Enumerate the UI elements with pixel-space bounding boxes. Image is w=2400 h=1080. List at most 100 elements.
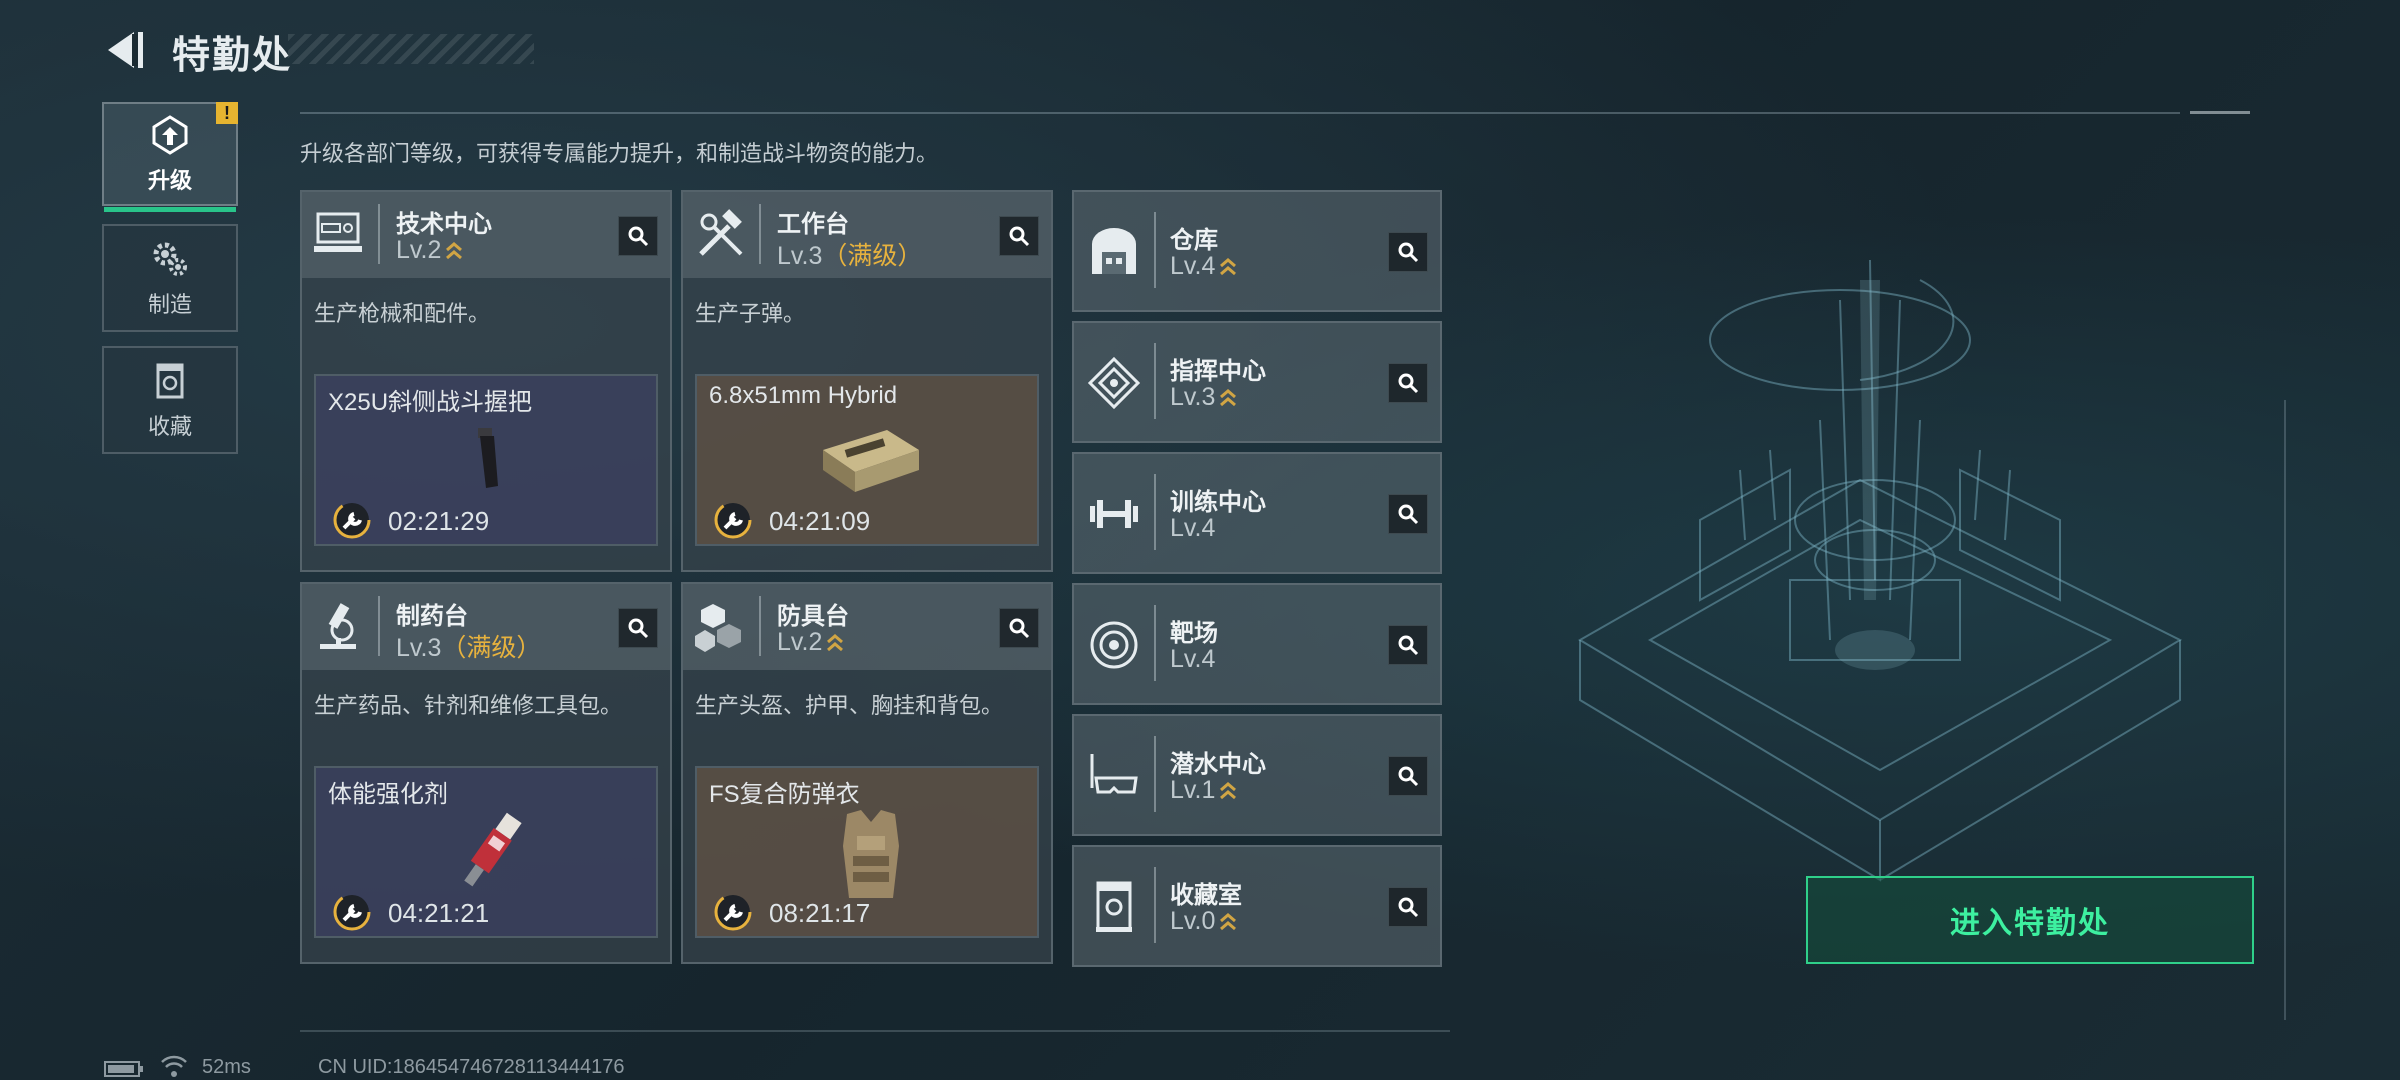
divider-accent [2190,111,2250,114]
hammer-wrench-icon [699,209,743,256]
divider-line [300,112,2180,114]
search-icon [628,226,649,247]
search-button[interactable] [1388,625,1428,665]
target-icon [1090,621,1138,669]
production-slot[interactable]: X25U斜侧战斗握把 02:21:29 [314,374,658,546]
decor-bottom-line [300,1030,1450,1032]
workshop-level: Lv.3（满级） [396,634,542,662]
department-level: Lv.4 [1170,645,1216,673]
department-name: 潜水中心 [1170,751,1266,778]
department-card-warehouse[interactable]: 仓库 Lv.4 [1072,190,1442,312]
department-level: Lv.4 [1170,514,1216,542]
diving-mask-icon [1090,754,1138,794]
department-level: Lv.4 [1170,252,1237,281]
computer-terminal-icon [314,212,362,252]
workshop-card-tech-center[interactable]: 技术中心 Lv.2 生产枪械和配件。 X25U斜侧战斗握把 02:21:29 [300,190,672,572]
page-title: 特勤处 [172,35,293,77]
back-arrow-icon[interactable] [100,26,148,74]
search-button[interactable] [618,216,658,256]
production-timer: 08:21:17 [769,898,871,928]
collection-case-icon [156,363,184,399]
warehouse-icon [1092,228,1136,274]
production-slot[interactable]: FS复合防弹衣 08:21:17 [695,766,1039,938]
department-name: 训练中心 [1170,489,1266,516]
search-button[interactable] [999,216,1039,256]
microscope-icon [320,603,356,649]
workshop-name: 技术中心 [396,211,492,238]
enter-headquarters-button[interactable]: 进入特勤处 [1806,876,2254,964]
description-text: 升级各部门等级，可获得专属能力提升，和制造战斗物资的能力。 [300,141,939,166]
workshop-description: 生产枪械和配件。 [314,301,491,326]
department-name: 收藏室 [1170,882,1242,909]
production-item-name: 体能强化剂 [328,781,448,808]
department-name: 仓库 [1170,227,1218,254]
upgrade-chevron-icon [1220,913,1237,931]
search-icon [1398,373,1419,394]
headquarters-3d-model [1578,259,2183,882]
department-name: 指挥中心 [1170,358,1266,385]
body-armor-image [843,810,899,898]
search-button[interactable] [1388,494,1428,534]
wrench-timer-icon [714,501,752,539]
search-icon [1009,618,1030,639]
production-item-name: X25U斜侧战斗握把 [328,389,533,416]
search-icon [1398,242,1419,263]
wrench-timer-icon [333,893,371,931]
tab-upgrade[interactable]: ! 升级 [102,102,238,212]
workshop-description: 生产药品、针剂和维修工具包。 [314,693,623,718]
department-card-diving-center[interactable]: 潜水中心 Lv.1 [1072,714,1442,836]
production-slot[interactable]: 6.8x51mm Hybrid 04:21:09 [695,374,1039,546]
tab-upgrade-label: 升级 [147,168,192,193]
search-button[interactable] [618,608,658,648]
department-name: 靶场 [1170,620,1218,647]
command-chip-icon [1087,356,1141,410]
search-icon [1398,766,1419,787]
search-button[interactable] [1388,363,1428,403]
workshop-card-pharmacy[interactable]: 制药台 Lv.3（满级） 生产药品、针剂和维修工具包。 体能强化剂 04:21:… [300,582,672,964]
upgrade-chevron-icon [1220,389,1237,407]
search-icon [1398,635,1419,656]
search-button[interactable] [1388,756,1428,796]
department-card-training-center[interactable]: 训练中心 Lv.4 [1072,452,1442,574]
workshop-card-workbench[interactable]: 工作台 Lv.3（满级） 生产子弹。 6.8x51mm Hybrid 04:21… [681,190,1053,572]
department-level: Lv.0 [1170,907,1237,936]
workshop-card-armor[interactable]: 防具台 Lv.2 生产头盔、护甲、胸挂和背包。 FS复合防弹衣 08:21:17 [681,582,1053,964]
search-icon [1398,504,1419,525]
search-button[interactable] [1388,887,1428,927]
tab-craft-label: 制造 [147,292,192,317]
maxed-label: （满级） [441,634,542,662]
search-icon [628,618,649,639]
search-icon [1398,897,1419,918]
warning-badge: ! [216,102,238,124]
title-decoration [288,34,534,64]
battery-icon [104,1061,143,1077]
display-case-icon [1096,881,1132,932]
search-button[interactable] [999,608,1039,648]
workshop-level: Lv.2 [777,628,844,657]
upgrade-chevron-icon [1220,782,1237,800]
workshop-description: 生产子弹。 [695,301,806,326]
department-level: Lv.1 [1170,776,1237,805]
production-slot[interactable]: 体能强化剂 04:21:21 [314,766,658,938]
tab-craft[interactable]: 制造 [102,224,238,332]
department-card-shooting-range[interactable]: 靶场 Lv.4 [1072,583,1442,705]
department-card-command-center[interactable]: 指挥中心 Lv.3 [1072,321,1442,443]
tab-collection[interactable]: 收藏 [102,346,238,454]
workshop-name: 防具台 [777,603,849,630]
production-item-name: 6.8x51mm Hybrid [709,382,898,409]
workshop-description: 生产头盔、护甲、胸挂和背包。 [695,693,1004,718]
production-timer: 02:21:29 [388,506,490,536]
department-card-collection-room[interactable]: 收藏室 Lv.0 [1072,845,1442,967]
search-icon [1009,226,1030,247]
gears-icon [153,242,187,276]
department-level: Lv.3 [1170,383,1237,412]
workshop-name: 制药台 [396,603,468,630]
upgrade-chevron-icon [1220,258,1237,276]
injector-item-image [464,812,522,887]
ammo-box-image [823,430,919,492]
production-item-name: FS复合防弹衣 [709,781,860,808]
search-button[interactable] [1388,232,1428,272]
uid-text: CN UID:1864547467281134441​76 [318,1056,625,1078]
production-timer: 04:21:09 [769,506,871,536]
maxed-label: （满级） [822,242,923,270]
